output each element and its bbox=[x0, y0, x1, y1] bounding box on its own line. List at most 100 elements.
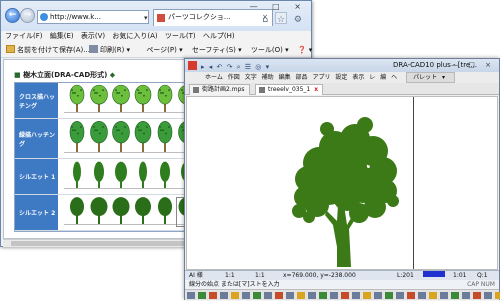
tree-thumbnail[interactable] bbox=[134, 84, 152, 112]
tree-thumbnail[interactable] bbox=[68, 84, 86, 112]
menu-view[interactable]: 表示(V) bbox=[81, 32, 105, 40]
save-as-button[interactable]: 名前を付けて保存(A)... bbox=[6, 42, 90, 58]
catalog-row: シルエット 1 bbox=[15, 159, 193, 195]
cad-menu-help[interactable]: ヘ bbox=[391, 74, 397, 81]
tool-select-icon[interactable] bbox=[187, 292, 195, 299]
tree-thumbnail[interactable] bbox=[112, 160, 130, 188]
tool-osnap-icon[interactable] bbox=[275, 292, 283, 299]
tree-thumbnail[interactable] bbox=[90, 120, 108, 152]
browser-tab[interactable]: パーツコレクショ... × bbox=[153, 9, 273, 26]
page-button[interactable]: ページ(P) ▾ bbox=[146, 46, 182, 54]
cad-menu-draw[interactable]: 作図 bbox=[228, 74, 240, 81]
ground-line bbox=[64, 188, 188, 189]
home-star-gear-icons[interactable]: ⌂ ☆ ⚙ bbox=[262, 15, 305, 25]
tool-ortho-icon[interactable] bbox=[264, 292, 272, 299]
address-tools-icon[interactable]: ▾ ✕ bbox=[144, 12, 148, 23]
tree-thumbnail[interactable] bbox=[90, 196, 108, 224]
tree-thumbnail[interactable] bbox=[90, 160, 108, 188]
tool-delete-icon[interactable] bbox=[407, 292, 415, 299]
print-button[interactable]: 印刷(R) ▾ bbox=[89, 45, 137, 54]
tree-thumbnail[interactable] bbox=[134, 196, 152, 224]
cad-menu-settings[interactable]: 設定 bbox=[335, 74, 347, 81]
tree-thumbnail[interactable] bbox=[112, 120, 130, 152]
menu-favorites[interactable]: お気に入り(A) bbox=[112, 32, 157, 40]
tree-thumbnail[interactable] bbox=[90, 84, 108, 112]
tree-thumbnail[interactable] bbox=[68, 120, 86, 152]
menu-help[interactable]: ヘルプ(H) bbox=[203, 32, 235, 40]
cad-menu-view[interactable]: 表示 bbox=[352, 74, 364, 81]
tool-pan-icon[interactable] bbox=[374, 292, 382, 299]
safety-button[interactable]: セーフティ(S) ▾ bbox=[192, 46, 242, 54]
tool-measure-icon[interactable] bbox=[352, 292, 360, 299]
tool-extend-icon[interactable] bbox=[484, 292, 492, 299]
tool-copy-icon[interactable] bbox=[418, 292, 426, 299]
tool-fillet-icon[interactable] bbox=[495, 292, 500, 299]
forward-button[interactable]: → bbox=[20, 8, 35, 23]
tree-thumbnail[interactable] bbox=[68, 160, 86, 188]
command-bar: 印刷(R) ▾ ページ(P) ▾ セーフティ(S) ▾ ツール(O) ▾ ❓ ▾ bbox=[89, 42, 319, 58]
tree-thumbnail[interactable] bbox=[156, 84, 174, 112]
tool-text-icon[interactable] bbox=[341, 292, 349, 299]
tree-thumbnail[interactable] bbox=[156, 160, 174, 188]
tool-props-icon[interactable] bbox=[396, 292, 404, 299]
tool-scale-icon[interactable] bbox=[462, 292, 470, 299]
tree-thumbnail[interactable] bbox=[68, 196, 86, 224]
palette-dropdown[interactable]: パレット ▾ bbox=[406, 72, 456, 83]
tool-mirror-icon[interactable] bbox=[451, 292, 459, 299]
cad-menu-home[interactable]: ホーム bbox=[205, 74, 223, 81]
tree-thumbnail[interactable] bbox=[156, 120, 174, 152]
help-button[interactable]: ❓ ▾ bbox=[298, 46, 312, 54]
page-title-text: 樹木立面(DRA-CAD形式) bbox=[23, 71, 108, 79]
tree-thumbnail[interactable] bbox=[134, 120, 152, 152]
tool-redraw-icon[interactable] bbox=[385, 292, 393, 299]
favorites-bar: 名前を付けて保存(A)... 印刷(R) ▾ ページ(P) ▾ セーフティ(S)… bbox=[1, 42, 312, 58]
doc-tab-street-plan[interactable]: 街路計画2.mps bbox=[189, 84, 250, 95]
doc-tab-label: treeelv_035_1 bbox=[268, 86, 311, 93]
cad-menu-edit[interactable]: 編集 bbox=[279, 74, 291, 81]
color-swatch[interactable] bbox=[423, 271, 445, 277]
back-button[interactable]: ← bbox=[5, 8, 20, 23]
layer-status[interactable]: AI 様 bbox=[189, 271, 203, 280]
tool-move-icon[interactable] bbox=[429, 292, 437, 299]
catalog-row-thumbnails bbox=[60, 119, 196, 158]
address-bar[interactable]: http://www.k... ▾ ✕ bbox=[37, 10, 149, 24]
title-bullet: ■ bbox=[14, 71, 21, 79]
tool-star-icon[interactable] bbox=[231, 292, 239, 299]
scroll-thumb[interactable] bbox=[11, 241, 197, 246]
cad-menu-parts[interactable]: 部品 bbox=[296, 74, 308, 81]
tool-snap-icon[interactable] bbox=[198, 292, 206, 299]
save-as-label: 名前を付けて保存(A)... bbox=[17, 46, 90, 54]
tree-thumbnail[interactable] bbox=[112, 196, 130, 224]
menu-file[interactable]: ファイル(F) bbox=[5, 32, 43, 40]
tool-line-type-icon[interactable] bbox=[308, 292, 316, 299]
cad-menu-layer[interactable]: レ bbox=[369, 74, 375, 81]
tool-zoom-icon[interactable] bbox=[363, 292, 371, 299]
tree-thumbnail[interactable] bbox=[112, 84, 130, 112]
tool-trim-icon[interactable] bbox=[473, 292, 481, 299]
cad-menu-text[interactable]: 文字 bbox=[245, 74, 257, 81]
tool-hatch-icon[interactable] bbox=[319, 292, 327, 299]
cad-window: ▸ ◂ ↶ ↷ ⌕ ☰ ◎ ▾ DRA-CAD10 plus - [tre...… bbox=[184, 58, 500, 300]
cad-window-controls[interactable]: — □ × bbox=[451, 59, 495, 72]
browser-window-controls[interactable]: — □ × bbox=[250, 2, 307, 11]
tool-dim-icon[interactable] bbox=[330, 292, 338, 299]
menu-tools[interactable]: ツール(T) bbox=[165, 32, 196, 40]
cad-menu-aux[interactable]: 補助 bbox=[262, 74, 274, 81]
tree-thumbnail[interactable] bbox=[156, 196, 174, 224]
tool-rect-icon[interactable] bbox=[242, 292, 250, 299]
tool-color-icon[interactable] bbox=[297, 292, 305, 299]
tree-thumbnail[interactable] bbox=[134, 160, 152, 188]
cad-document-tabs: 街路計画2.mps treeelv_035_1 x bbox=[185, 83, 499, 95]
tool-arc-icon[interactable] bbox=[220, 292, 228, 299]
tool-rotate-icon[interactable] bbox=[440, 292, 448, 299]
cad-menu-app[interactable]: アプリ bbox=[312, 74, 330, 81]
cad-menu-edit2[interactable]: 編 bbox=[380, 74, 386, 81]
tools-button[interactable]: ツール(O) ▾ bbox=[251, 46, 289, 54]
tool-layer-icon[interactable] bbox=[286, 292, 294, 299]
menu-edit[interactable]: 編集(E) bbox=[50, 32, 74, 40]
cad-drawing-canvas[interactable] bbox=[186, 96, 498, 270]
close-icon[interactable]: x bbox=[314, 86, 318, 93]
doc-tab-treeelv[interactable]: treeelv_035_1 x bbox=[255, 84, 324, 95]
tool-grid-icon[interactable] bbox=[253, 292, 261, 299]
tool-line-icon[interactable] bbox=[209, 292, 217, 299]
